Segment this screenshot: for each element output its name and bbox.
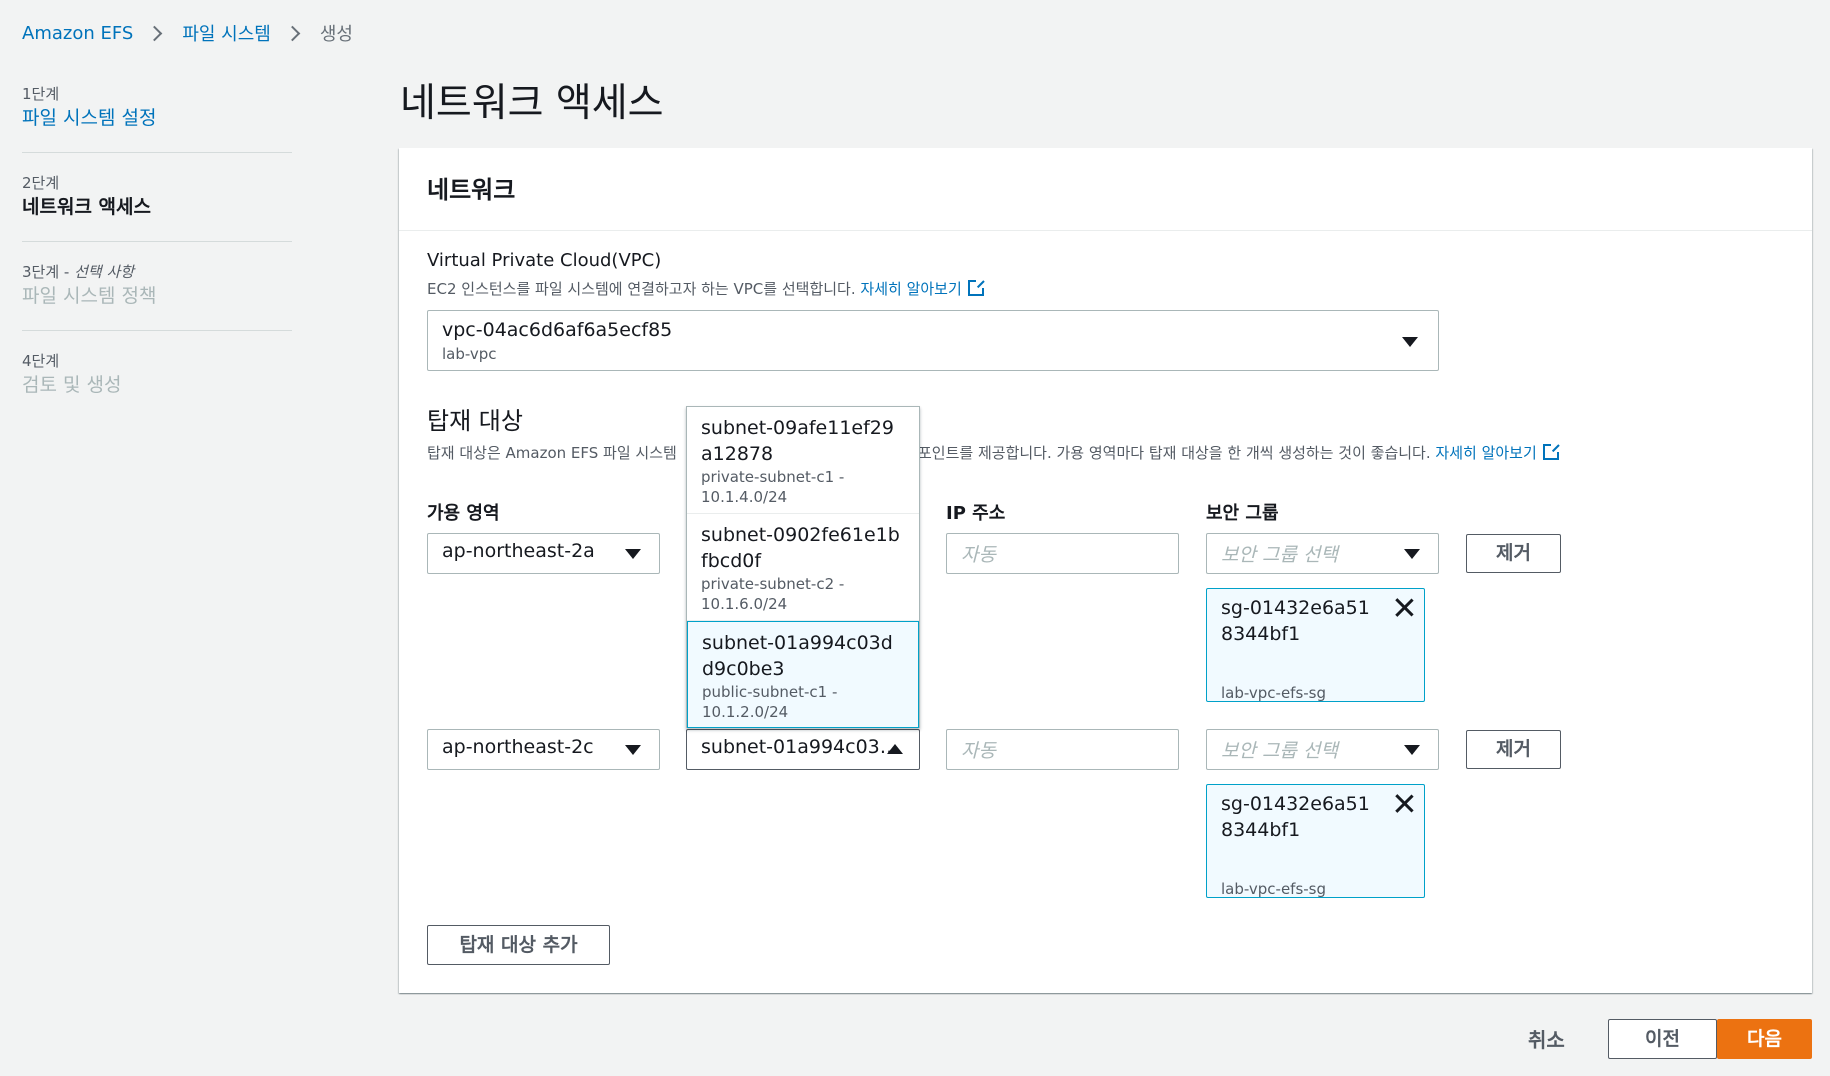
vpc-description-text: EC2 인스턴스를 파일 시스템에 연결하고자 하는 VPC를 선택합니다.: [427, 280, 856, 298]
learn-more-text: 자세히 알아보기: [1435, 444, 1537, 462]
sg-column-label: 보안 그룹: [1206, 503, 1279, 524]
sg-token-name: lab-vpc-efs-sg: [1221, 684, 1327, 702]
sg-token-name: lab-vpc-efs-sg: [1221, 880, 1327, 898]
security-group-select[interactable]: 보안 그룹 선택: [1206, 729, 1439, 770]
subnet-option-id: subnet-0902fe61e1bfbcd0f: [701, 524, 900, 572]
vpc-learn-more-link[interactable]: 자세히 알아보기: [860, 279, 985, 298]
ip-placeholder: 자동: [961, 740, 996, 762]
security-group-select[interactable]: 보안 그룹 선택: [1206, 533, 1439, 574]
vpc-select-name: lab-vpc: [442, 345, 497, 363]
step-number: 2단계: [22, 174, 60, 192]
caret-down-icon: [1404, 745, 1420, 755]
step-3-title: 파일 시스템 정책: [22, 285, 157, 307]
breadcrumb-current: 생성: [319, 24, 353, 45]
caret-down-icon: [625, 745, 641, 755]
vpc-select[interactable]: vpc-04ac6d6af6a5ecf85 lab-vpc: [427, 310, 1439, 371]
learn-more-text: 자세히 알아보기: [860, 280, 962, 298]
subnet-select-value: subnet-01a994c03…: [701, 736, 896, 758]
subnet-option-id: subnet-01a994c03dd9c0be3: [702, 632, 893, 680]
az-column-label: 가용 영역: [427, 503, 500, 524]
caret-down-icon: [1404, 549, 1420, 559]
mount-learn-more-link[interactable]: 자세히 알아보기: [1435, 443, 1560, 462]
cancel-button[interactable]: 취소: [1528, 1024, 1565, 1053]
breadcrumb: Amazon EFS 파일 시스템 생성: [22, 20, 353, 46]
breadcrumb-amazon-efs[interactable]: Amazon EFS: [22, 23, 133, 44]
az-select[interactable]: ap-northeast-2a: [427, 533, 660, 574]
subnet-option-name: private-subnet-c2 - 10.1.6.0/24: [701, 575, 845, 613]
sg-placeholder: 보안 그룹 선택: [1221, 544, 1338, 566]
chevron-right-icon: [147, 25, 163, 41]
close-icon[interactable]: [1394, 597, 1414, 617]
subnet-select[interactable]: subnet-01a994c03…: [686, 729, 920, 770]
az-select-value: ap-northeast-2c: [442, 736, 594, 758]
add-mount-target-button[interactable]: 탑재 대상 추가: [427, 925, 610, 965]
step-number: 3단계 - 선택 사항: [22, 263, 135, 281]
next-button[interactable]: 다음: [1717, 1019, 1812, 1059]
ip-column-label: IP 주소: [946, 503, 1006, 524]
step-4: 4단계 검토 및 생성: [22, 351, 292, 419]
step-optional-label: 선택 사항: [74, 263, 135, 281]
caret-up-icon: [887, 744, 903, 754]
mount-targets-description-end: 포인트를 제공합니다. 가용 영역마다 탑재 대상을 한 개씩 생성하는 것이 …: [918, 444, 1431, 462]
step-2-title: 네트워크 액세스: [22, 196, 151, 218]
step-number: 1단계: [22, 85, 60, 103]
step-number-text: 3단계: [22, 263, 60, 281]
mount-targets-title: 탑재 대상: [427, 407, 523, 435]
external-link-icon: [1542, 443, 1560, 460]
ip-address-input[interactable]: 자동: [946, 729, 1179, 770]
external-link-icon: [967, 279, 985, 296]
remove-button[interactable]: 제거: [1466, 534, 1561, 573]
mount-targets-description: 포인트를 제공합니다. 가용 영역마다 탑재 대상을 한 개씩 생성하는 것이 …: [918, 442, 1560, 463]
subnet-option-selected[interactable]: subnet-01a994c03dd9c0be3 public-subnet-c…: [687, 621, 919, 728]
step-4-title: 검토 및 생성: [22, 374, 122, 396]
step-3: 3단계 - 선택 사항 파일 시스템 정책: [22, 262, 292, 331]
vpc-description: EC2 인스턴스를 파일 시스템에 연결하고자 하는 VPC를 선택합니다. 자…: [427, 278, 985, 299]
subnet-option[interactable]: subnet-09afe11ef29a12878 private-subnet-…: [687, 407, 919, 514]
ip-placeholder: 자동: [961, 544, 996, 566]
subnet-option-name: private-subnet-c1 - 10.1.4.0/24: [701, 468, 845, 506]
panel-header: 네트워크: [399, 148, 1812, 231]
previous-button[interactable]: 이전: [1608, 1019, 1717, 1059]
security-group-token: sg-01432e6a518344bf1 lab-vpc-efs-sg: [1206, 588, 1425, 702]
caret-down-icon: [1402, 337, 1418, 347]
remove-button[interactable]: 제거: [1466, 730, 1561, 769]
security-group-token: sg-01432e6a518344bf1 lab-vpc-efs-sg: [1206, 784, 1425, 898]
step-1: 1단계 파일 시스템 설정: [22, 84, 292, 153]
wizard-steps: 1단계 파일 시스템 설정 2단계 네트워크 액세스 3단계 - 선택 사항 파…: [22, 84, 292, 439]
step-1-link[interactable]: 파일 시스템 설정: [22, 104, 292, 132]
step-number: 4단계: [22, 352, 60, 370]
panel-title: 네트워크: [427, 176, 516, 204]
close-icon[interactable]: [1394, 793, 1414, 813]
subnet-option-id: subnet-09afe11ef29a12878: [701, 417, 894, 465]
page-title: 네트워크 액세스: [400, 81, 664, 126]
sg-placeholder: 보안 그룹 선택: [1221, 740, 1338, 762]
az-select-value: ap-northeast-2a: [442, 540, 595, 562]
sg-token-id: sg-01432e6a518344bf1: [1221, 793, 1370, 841]
subnet-option[interactable]: subnet-0902fe61e1bfbcd0f private-subnet-…: [687, 514, 919, 621]
chevron-right-icon: [284, 25, 301, 41]
mount-targets-description-start: 탑재 대상은 Amazon EFS 파일 시스템: [427, 444, 677, 462]
step-2: 2단계 네트워크 액세스: [22, 173, 292, 242]
caret-down-icon: [625, 549, 641, 559]
vpc-label: Virtual Private Cloud(VPC): [427, 250, 662, 271]
ip-address-input[interactable]: 자동: [946, 533, 1179, 574]
sg-token-id: sg-01432e6a518344bf1: [1221, 597, 1370, 645]
vpc-select-value: vpc-04ac6d6af6a5ecf85: [442, 319, 673, 341]
az-select[interactable]: ap-northeast-2c: [427, 729, 660, 770]
breadcrumb-file-systems[interactable]: 파일 시스템: [182, 20, 271, 46]
subnet-option-name: public-subnet-c1 - 10.1.2.0/24: [702, 683, 838, 721]
subnet-dropdown-list: subnet-09afe11ef29a12878 private-subnet-…: [686, 406, 920, 728]
